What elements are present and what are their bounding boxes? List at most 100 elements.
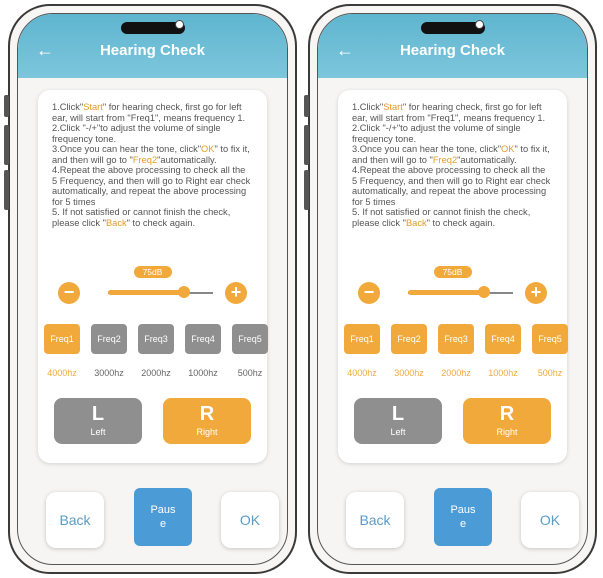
app-bar: ← Hearing Check bbox=[18, 14, 287, 78]
left-ear-label: Left bbox=[390, 427, 406, 437]
back-button[interactable]: Back bbox=[46, 492, 104, 548]
freq-button-5[interactable]: Freq5 bbox=[232, 324, 268, 354]
freq-hz-label-2: 3000hz bbox=[394, 368, 424, 378]
instruction-line: 4.Repeat the above processing to check a… bbox=[52, 165, 253, 207]
phone-left: ← Hearing Check 1.Click"Start" for hearing… bbox=[8, 4, 297, 574]
instruction-line: 2.Click "-/+"to adjust the volume of sin… bbox=[352, 123, 553, 144]
freq-button-4[interactable]: Freq4 bbox=[185, 324, 221, 354]
instruction-line: 4.Repeat the above processing to check a… bbox=[352, 165, 553, 207]
volume-up-button bbox=[4, 95, 9, 117]
ok-button[interactable]: OK bbox=[521, 492, 579, 548]
instruction-line: 3.Once you can hear the tone, click"OK" … bbox=[52, 144, 253, 165]
highlight-word: Start bbox=[83, 102, 103, 112]
freq-button-2[interactable]: Freq2 bbox=[91, 324, 127, 354]
freq-hz-label-5: 500hz bbox=[537, 368, 563, 378]
instruction-line: 1.Click"Start" for hearing check, first … bbox=[52, 102, 253, 123]
instruction-text: 2.Click "-/+"to adjust the volume of sin… bbox=[352, 123, 521, 144]
plus-button[interactable]: + bbox=[225, 282, 247, 304]
volume-slider-fill bbox=[408, 290, 484, 295]
minus-button[interactable]: − bbox=[58, 282, 80, 304]
right-ear-label: Right bbox=[196, 427, 218, 437]
freq-hz-label-4: 1000hz bbox=[488, 368, 518, 378]
instructions-text: 1.Click"Start" for hearing check, first … bbox=[52, 102, 253, 228]
instruction-line: 3.Once you can hear the tone, click"OK" … bbox=[352, 144, 553, 165]
pause-button[interactable]: Pause bbox=[434, 488, 492, 546]
instruction-line: 1.Click"Start" for hearing check, first … bbox=[352, 102, 553, 123]
freq-button-3[interactable]: Freq3 bbox=[138, 324, 174, 354]
freq-hz-label-3: 2000hz bbox=[441, 368, 471, 378]
right-ear-button[interactable]: R Right bbox=[463, 398, 551, 444]
highlight-word: Freq2 bbox=[132, 154, 158, 165]
volume-slider-fill bbox=[108, 290, 184, 295]
plus-button[interactable]: + bbox=[525, 282, 547, 304]
freq-button-3[interactable]: Freq3 bbox=[438, 324, 474, 354]
right-ear-button[interactable]: R Right bbox=[163, 398, 251, 444]
instruction-text: 2.Click "-/+"to adjust the volume of sin… bbox=[52, 123, 221, 144]
volume-down-button bbox=[4, 125, 9, 165]
right-ear-letter: R bbox=[199, 403, 215, 425]
instruction-text: 3.Once you can hear the tone, click" bbox=[52, 144, 202, 154]
instruction-text: 4.Repeat the above processing to check a… bbox=[352, 165, 551, 207]
freq-button-2[interactable]: Freq2 bbox=[391, 324, 427, 354]
power-button bbox=[4, 170, 9, 210]
back-button[interactable]: Back bbox=[346, 492, 404, 548]
freq-hz-label-2: 3000hz bbox=[94, 368, 124, 378]
freq-button-4[interactable]: Freq4 bbox=[485, 324, 521, 354]
highlight-word: Back bbox=[405, 217, 427, 228]
app-bar: ← Hearing Check bbox=[318, 14, 587, 78]
camera-icon bbox=[474, 20, 484, 29]
instructions-text: 1.Click"Start" for hearing check, first … bbox=[352, 102, 553, 228]
instruction-line: 5. If not satisfied or cannot finish the… bbox=[352, 207, 553, 228]
highlight-word: Freq2 bbox=[432, 154, 458, 165]
volume-level-badge: 75dB bbox=[433, 266, 472, 278]
instruction-text: 1.Click" bbox=[52, 102, 84, 112]
volume-slider-thumb[interactable] bbox=[478, 286, 490, 298]
instructions-card: 1.Click"Start" for hearing check, first … bbox=[338, 90, 568, 463]
right-ear-label: Right bbox=[496, 427, 518, 437]
volume-up-button bbox=[304, 95, 309, 117]
pause-button[interactable]: Pause bbox=[134, 488, 192, 546]
ok-button[interactable]: OK bbox=[221, 492, 279, 548]
instruction-text: " to check again. bbox=[126, 217, 196, 228]
left-ear-button[interactable]: L Left bbox=[354, 398, 442, 444]
instruction-text: 3.Once you can hear the tone, click" bbox=[352, 144, 502, 154]
power-button bbox=[304, 170, 309, 210]
highlight-word: Back bbox=[105, 217, 127, 228]
instruction-line: 5. If not satisfied or cannot finish the… bbox=[52, 207, 253, 228]
volume-slider-thumb[interactable] bbox=[178, 286, 190, 298]
instruction-text: 1.Click" bbox=[352, 102, 384, 112]
phone-screen: ← Hearing Check 1.Click"Start" for hearing… bbox=[17, 13, 288, 565]
page-title: Hearing Check bbox=[399, 42, 506, 59]
freq-button-1[interactable]: Freq1 bbox=[344, 324, 380, 354]
pause-button-label: Pause bbox=[150, 504, 176, 530]
freq-button-1[interactable]: Freq1 bbox=[44, 324, 80, 354]
phone-right: ← Hearing Check 1.Click"Start" for hearing… bbox=[308, 4, 597, 574]
volume-down-button bbox=[304, 125, 309, 165]
freq-hz-label-5: 500hz bbox=[237, 368, 263, 378]
freq-button-5[interactable]: Freq5 bbox=[532, 324, 568, 354]
highlight-word: OK bbox=[501, 144, 515, 154]
minus-button[interactable]: − bbox=[358, 282, 380, 304]
instructions-card: 1.Click"Start" for hearing check, first … bbox=[38, 90, 268, 463]
volume-level-badge: 75dB bbox=[133, 266, 172, 278]
highlight-word: OK bbox=[201, 144, 215, 154]
phone-screen: ← Hearing Check 1.Click"Start" for hearing… bbox=[317, 13, 588, 565]
page-title: Hearing Check bbox=[99, 42, 206, 59]
left-ear-letter: L bbox=[391, 403, 405, 425]
instruction-text: " to check again. bbox=[426, 217, 496, 228]
left-ear-label: Left bbox=[90, 427, 106, 437]
left-ear-letter: L bbox=[91, 403, 105, 425]
instruction-text: "automatically. bbox=[457, 154, 517, 165]
instruction-text: 4.Repeat the above processing to check a… bbox=[52, 165, 251, 207]
freq-hz-label-1: 4000hz bbox=[47, 368, 77, 378]
left-ear-button[interactable]: L Left bbox=[54, 398, 142, 444]
instruction-text: "automatically. bbox=[157, 154, 217, 165]
highlight-word: Start bbox=[383, 102, 403, 112]
freq-hz-label-1: 4000hz bbox=[347, 368, 377, 378]
right-ear-letter: R bbox=[499, 403, 515, 425]
freq-hz-label-3: 2000hz bbox=[141, 368, 171, 378]
instruction-line: 2.Click "-/+"to adjust the volume of sin… bbox=[52, 123, 253, 144]
camera-icon bbox=[174, 20, 184, 29]
pause-button-label: Pause bbox=[450, 504, 476, 530]
freq-hz-label-4: 1000hz bbox=[188, 368, 218, 378]
